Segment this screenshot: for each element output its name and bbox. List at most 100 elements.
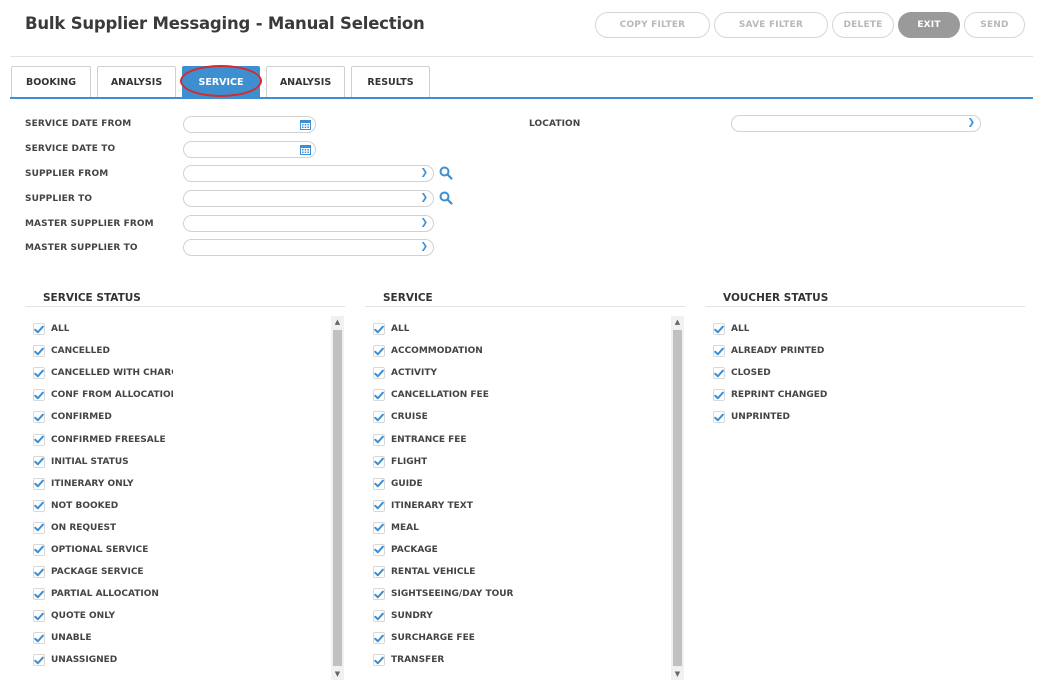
- scroll-thumb[interactable]: [673, 330, 682, 666]
- scroll-thumb[interactable]: [333, 330, 342, 666]
- scroll-up-icon[interactable]: ▲: [331, 316, 344, 328]
- list-item[interactable]: CONFIRMED FREESALE: [33, 428, 173, 450]
- list-item[interactable]: INITIAL STATUS: [33, 451, 173, 473]
- checkbox[interactable]: [373, 455, 385, 468]
- checkbox[interactable]: [373, 632, 385, 645]
- checkbox[interactable]: [373, 411, 385, 424]
- checkbox[interactable]: [33, 588, 45, 601]
- list-item[interactable]: CANCELLED WITH CHARG: [33, 362, 173, 384]
- list-item[interactable]: CANCELLED: [33, 340, 173, 362]
- send-button[interactable]: SEND: [964, 12, 1025, 38]
- checkbox[interactable]: [373, 389, 385, 402]
- list-item[interactable]: ENTRANCE FEE: [373, 428, 533, 450]
- master-supplier-to-select[interactable]: ❯: [183, 239, 434, 256]
- list-item[interactable]: ALL: [373, 318, 533, 340]
- copy-filter-button[interactable]: COPY FILTER: [595, 12, 710, 38]
- checkbox[interactable]: [713, 411, 725, 424]
- save-filter-button[interactable]: SAVE FILTER: [714, 12, 828, 38]
- search-icon[interactable]: [439, 191, 453, 205]
- list-item[interactable]: ITINERARY TEXT: [373, 495, 533, 517]
- checkbox[interactable]: [713, 389, 725, 402]
- list-item[interactable]: ALL: [713, 318, 873, 340]
- checkbox[interactable]: [373, 610, 385, 623]
- list-item[interactable]: TRANSFER: [373, 649, 533, 671]
- checkbox[interactable]: [33, 521, 45, 534]
- checkbox[interactable]: [713, 323, 725, 336]
- list-item[interactable]: OPTIONAL SERVICE: [33, 539, 173, 561]
- list-item[interactable]: PARTIAL ALLOCATION: [33, 583, 173, 605]
- checkbox[interactable]: [33, 477, 45, 490]
- service-scrollbar[interactable]: ▲ ▼: [671, 316, 684, 680]
- exit-button[interactable]: EXIT: [898, 12, 960, 38]
- list-item[interactable]: ON REQUEST: [33, 517, 173, 539]
- checkbox[interactable]: [33, 543, 45, 556]
- checkbox[interactable]: [373, 367, 385, 380]
- list-item[interactable]: CANCELLATION FEE: [373, 384, 533, 406]
- list-item[interactable]: REPRINT CHANGED: [713, 384, 873, 406]
- checkbox[interactable]: [713, 345, 725, 358]
- checkbox[interactable]: [373, 345, 385, 358]
- list-item[interactable]: ALL: [33, 318, 173, 340]
- list-item[interactable]: NOT BOOKED: [33, 495, 173, 517]
- checkbox[interactable]: [33, 654, 45, 667]
- list-item[interactable]: CRUISE: [373, 406, 533, 428]
- service-date-from-input[interactable]: [183, 116, 316, 133]
- checkbox[interactable]: [373, 543, 385, 556]
- calendar-icon[interactable]: [300, 119, 311, 130]
- scroll-down-icon[interactable]: ▼: [331, 668, 344, 680]
- list-item[interactable]: GUIDE: [373, 473, 533, 495]
- checkbox[interactable]: [713, 367, 725, 380]
- list-item[interactable]: ALREADY PRINTED: [713, 340, 873, 362]
- checkbox[interactable]: [33, 499, 45, 512]
- checkbox[interactable]: [33, 610, 45, 623]
- search-icon[interactable]: [439, 166, 453, 180]
- checkbox[interactable]: [373, 433, 385, 446]
- list-item[interactable]: SURCHARGE FEE: [373, 627, 533, 649]
- checkbox[interactable]: [33, 367, 45, 380]
- checkbox[interactable]: [33, 433, 45, 446]
- checkbox[interactable]: [33, 323, 45, 336]
- list-item[interactable]: MEAL: [373, 517, 533, 539]
- list-item[interactable]: ACTIVITY: [373, 362, 533, 384]
- list-item[interactable]: QUOTE ONLY: [33, 605, 173, 627]
- list-item[interactable]: ITINERARY ONLY: [33, 473, 173, 495]
- supplier-from-select[interactable]: ❯: [183, 165, 434, 182]
- checkbox[interactable]: [33, 632, 45, 645]
- master-supplier-from-select[interactable]: ❯: [183, 215, 434, 232]
- list-item[interactable]: FLIGHT: [373, 451, 533, 473]
- list-item[interactable]: CLOSED: [713, 362, 873, 384]
- checkbox[interactable]: [373, 654, 385, 667]
- checkbox[interactable]: [33, 345, 45, 358]
- checkbox[interactable]: [33, 411, 45, 424]
- list-item[interactable]: UNABLE: [33, 627, 173, 649]
- list-item[interactable]: PACKAGE: [373, 539, 533, 561]
- scroll-up-icon[interactable]: ▲: [671, 316, 684, 328]
- service-status-scrollbar[interactable]: ▲ ▼: [331, 316, 344, 680]
- delete-button[interactable]: DELETE: [832, 12, 894, 38]
- list-item[interactable]: SUNDRY: [373, 605, 533, 627]
- list-item[interactable]: UNPRINTED: [713, 406, 873, 428]
- list-item[interactable]: ACCOMMODATION: [373, 340, 533, 362]
- supplier-to-select[interactable]: ❯: [183, 190, 434, 207]
- location-select[interactable]: ❯: [731, 115, 981, 132]
- list-item[interactable]: CONFIRMED: [33, 406, 173, 428]
- tab-analysis-2[interactable]: ANALYSIS: [266, 66, 345, 98]
- tab-analysis[interactable]: ANALYSIS: [97, 66, 176, 98]
- list-item[interactable]: UNASSIGNED: [33, 649, 173, 671]
- tab-results[interactable]: RESULTS: [351, 66, 430, 98]
- service-date-to-input[interactable]: [183, 141, 316, 158]
- tab-booking[interactable]: BOOKING: [11, 66, 91, 98]
- checkbox[interactable]: [373, 566, 385, 579]
- checkbox[interactable]: [373, 588, 385, 601]
- checkbox[interactable]: [373, 477, 385, 490]
- list-item[interactable]: PACKAGE SERVICE: [33, 561, 173, 583]
- checkbox[interactable]: [373, 499, 385, 512]
- list-item[interactable]: SIGHTSEEING/DAY TOUR: [373, 583, 533, 605]
- calendar-icon[interactable]: [300, 144, 311, 155]
- checkbox[interactable]: [33, 455, 45, 468]
- checkbox[interactable]: [33, 389, 45, 402]
- checkbox[interactable]: [373, 521, 385, 534]
- list-item[interactable]: CONF FROM ALLOCATIOI: [33, 384, 173, 406]
- checkbox[interactable]: [373, 323, 385, 336]
- scroll-down-icon[interactable]: ▼: [671, 668, 684, 680]
